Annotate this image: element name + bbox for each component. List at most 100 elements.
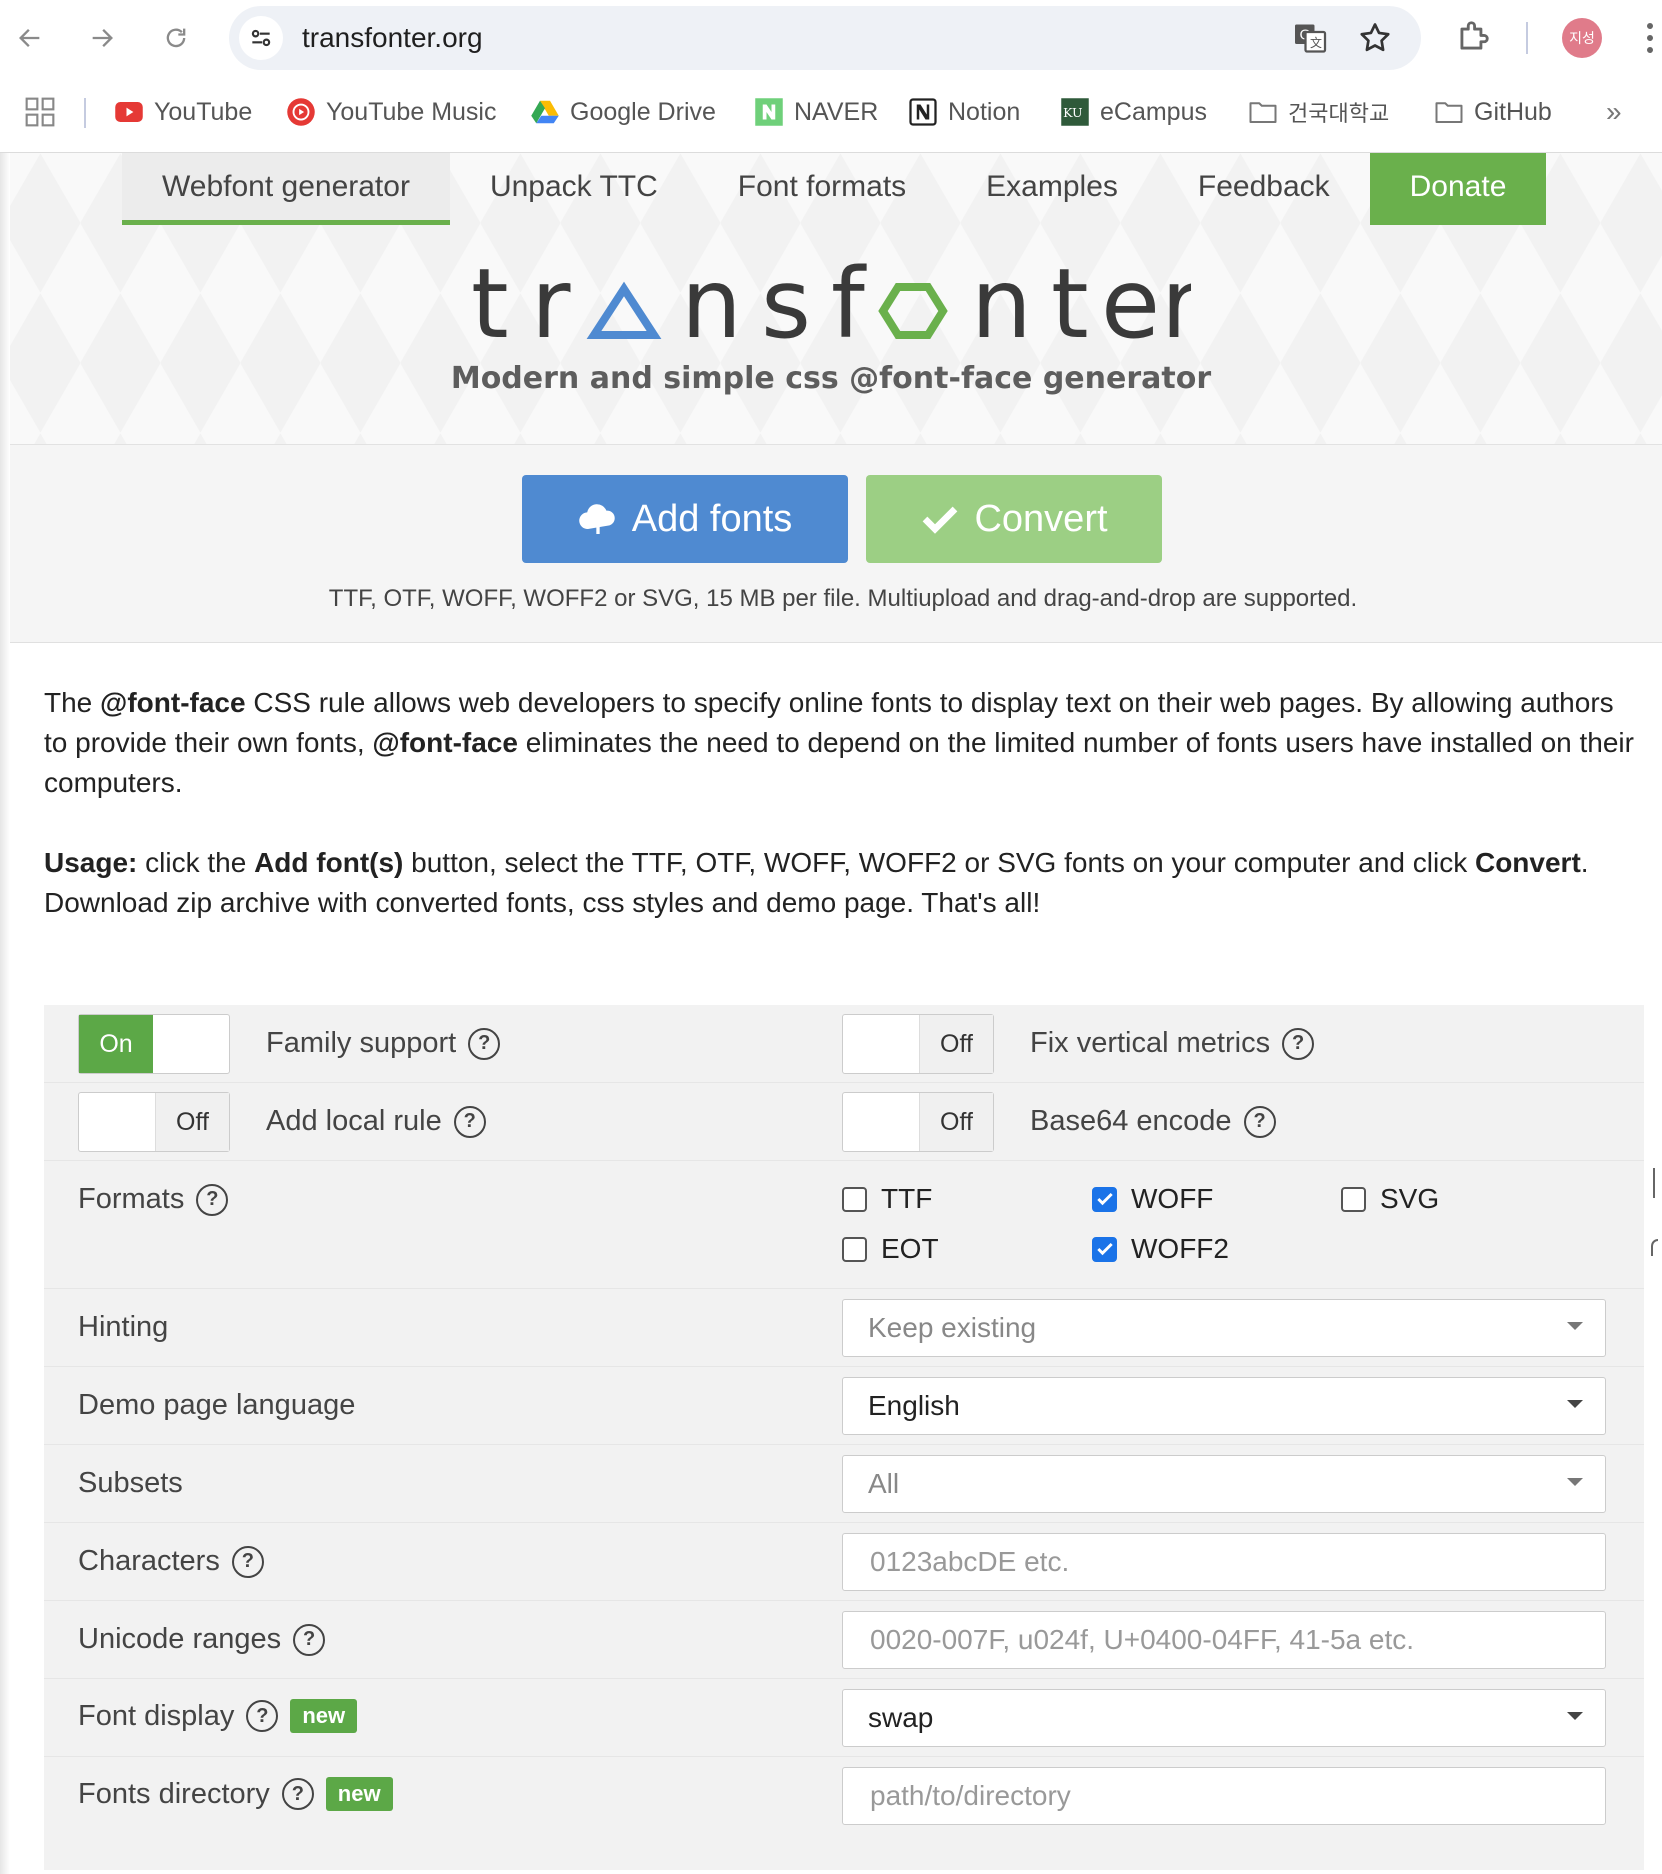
checkbox-box[interactable] [842, 1186, 867, 1212]
tab-webfont-generator[interactable]: Webfont generator [122, 153, 450, 225]
svg-text:r: r [1161, 253, 1191, 343]
check-icon [1096, 1192, 1113, 1206]
unicode-ranges-field[interactable] [842, 1611, 1606, 1669]
back-button[interactable] [10, 18, 50, 58]
bookmark-star-icon[interactable] [1357, 20, 1393, 56]
text-bold: @font-face [372, 727, 518, 758]
demo-language-select[interactable]: English [842, 1377, 1606, 1435]
convert-button[interactable]: Convert [866, 475, 1162, 563]
checkbox-box[interactable] [842, 1236, 867, 1262]
hinting-select[interactable]: Keep existing [842, 1299, 1606, 1357]
toolbar-divider [1526, 22, 1528, 54]
extensions-puzzle-icon[interactable] [1454, 18, 1492, 56]
help-icon[interactable]: ? [281, 1778, 314, 1810]
tab-unpack-ttc[interactable]: Unpack TTC [450, 153, 698, 225]
add-fonts-button[interactable]: Add fonts [522, 475, 848, 563]
more-menu-icon[interactable] [1640, 18, 1660, 58]
bookmark-label: YouTube [154, 97, 253, 126]
bookmark-google-drive[interactable]: Google Drive [530, 92, 716, 132]
translate-icon[interactable]: G 文 [1291, 20, 1329, 56]
font-display-row: Font display ? new swap [44, 1679, 1644, 1757]
select-value: English [868, 1390, 960, 1421]
help-icon[interactable]: ? [453, 1105, 486, 1138]
logo-wordmark: t r n s f n t e r [471, 248, 1201, 360]
bookmark-folder-github[interactable]: GitHub [1434, 92, 1552, 132]
bookmark-youtube[interactable]: YouTube [114, 92, 252, 132]
more-bookmarks-button[interactable]: » [1606, 96, 1622, 128]
text: click the [137, 847, 255, 878]
add-local-rule-label: Add local rule ? [266, 1105, 486, 1138]
convert-label: Convert [974, 497, 1108, 540]
characters-field[interactable] [842, 1533, 1606, 1591]
format-svg-checkbox[interactable]: SVG [1341, 1183, 1439, 1215]
text: button, select the TTF, OTF, WOFF, WOFF2… [403, 847, 1475, 878]
format-eot-checkbox[interactable]: EOT [842, 1233, 939, 1265]
usage-paragraph: Usage: click the Add font(s) button, sel… [44, 843, 1634, 923]
tab-donate[interactable]: Donate [1369, 153, 1547, 225]
formats-label: Formats ? [78, 1183, 229, 1216]
forward-button[interactable] [82, 18, 122, 58]
font-display-select[interactable]: swap [842, 1689, 1606, 1747]
format-woff2-checkbox[interactable]: WOFF2 [1092, 1233, 1229, 1265]
checkbox-label: TTF [881, 1183, 933, 1214]
bookmark-youtube-music[interactable]: YouTube Music [286, 92, 496, 132]
scrollbar-marker-icon [1646, 1158, 1662, 1278]
help-icon[interactable]: ? [1282, 1027, 1315, 1060]
help-icon[interactable]: ? [1243, 1105, 1276, 1138]
bookmark-folder-konkuk[interactable]: 건국대학교 [1248, 92, 1389, 132]
base64-encode-toggle[interactable]: Off [842, 1092, 994, 1152]
fix-vertical-metrics-toggle[interactable]: Off [842, 1014, 994, 1074]
bookmark-label: 건국대학교 [1288, 102, 1390, 127]
tab-feedback[interactable]: Feedback [1158, 153, 1370, 225]
svg-text:t: t [1051, 253, 1089, 343]
label-text: Formats [78, 1183, 185, 1215]
bookmark-notion[interactable]: Notion [908, 92, 1020, 132]
unicode-ranges-input[interactable] [868, 1623, 1605, 1657]
label-text: Font display [78, 1699, 235, 1732]
help-icon[interactable]: ? [231, 1545, 264, 1578]
help-icon[interactable]: ? [196, 1183, 229, 1216]
format-woff-checkbox[interactable]: WOFF [1092, 1183, 1213, 1215]
add-local-rule-toggle[interactable]: Off [78, 1092, 230, 1152]
family-support-toggle[interactable]: On [78, 1014, 230, 1074]
site-info-button[interactable] [239, 16, 283, 60]
checkbox-box[interactable] [1341, 1186, 1366, 1212]
address-bar[interactable]: transfonter.org G 文 [229, 6, 1421, 70]
bookmark-label: NAVER [794, 97, 879, 126]
subsets-select[interactable]: All [842, 1455, 1606, 1513]
unicode-ranges-label: Unicode ranges ? [78, 1623, 326, 1656]
checkbox-box[interactable] [1092, 1186, 1117, 1212]
bookmark-ecampus[interactable]: KU eCampus [1060, 92, 1207, 132]
select-value: Keep existing [868, 1312, 1037, 1343]
back-arrow-icon [19, 29, 40, 47]
select-value: All [868, 1468, 900, 1499]
format-ttf-checkbox[interactable]: TTF [842, 1183, 932, 1215]
checkbox-box[interactable] [1092, 1236, 1117, 1262]
base64-encode-label: Base64 encode ? [1030, 1105, 1276, 1138]
svg-text:f: f [831, 253, 867, 343]
fonts-directory-input[interactable] [868, 1779, 1605, 1813]
svg-text:文: 文 [1310, 35, 1322, 50]
main-navigation: Webfont generator Unpack TTC Font format… [122, 153, 1547, 225]
fonts-directory-field[interactable] [842, 1767, 1606, 1825]
bookmarks-bar: YouTube YouTube Music Google Drive NAVER… [0, 88, 1662, 136]
profile-avatar[interactable]: 지성 [1562, 18, 1602, 58]
help-icon[interactable]: ? [468, 1027, 501, 1060]
characters-input[interactable] [868, 1545, 1605, 1579]
reload-button[interactable] [156, 18, 196, 58]
bookmark-label: GitHub [1474, 97, 1552, 126]
notion-icon [909, 98, 937, 126]
label-text: Fix vertical metrics [1030, 1027, 1271, 1059]
bookmark-naver[interactable]: NAVER [754, 92, 878, 132]
apps-grid-icon[interactable] [24, 96, 56, 128]
folder-icon [1435, 102, 1463, 123]
tab-font-formats[interactable]: Font formats [698, 153, 946, 225]
help-icon[interactable]: ? [293, 1623, 326, 1656]
forward-arrow-icon [92, 29, 113, 47]
checkbox-label: WOFF [1131, 1183, 1214, 1214]
url-text[interactable]: transfonter.org [302, 22, 483, 54]
tab-examples[interactable]: Examples [946, 153, 1158, 225]
help-icon[interactable]: ? [246, 1700, 279, 1732]
page-content: Webfont generator Unpack TTC Font format… [0, 153, 1662, 1874]
dropdown-caret-icon [1567, 1478, 1583, 1486]
